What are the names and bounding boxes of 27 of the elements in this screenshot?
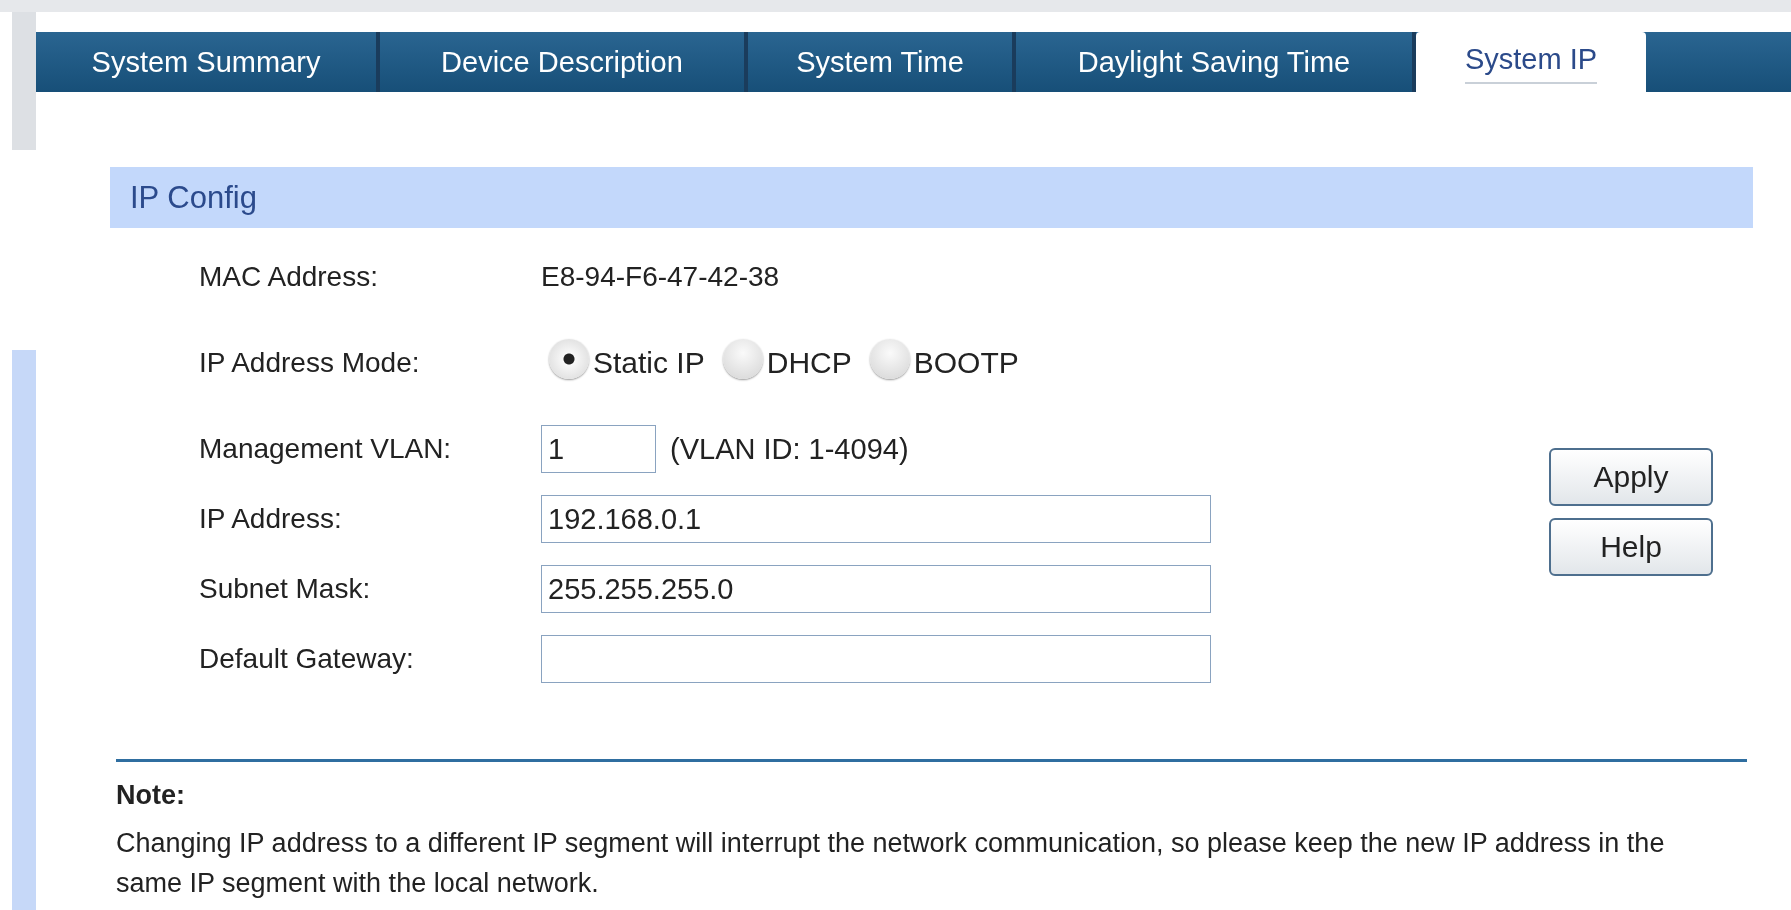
field-label: MAC Address: [199, 261, 379, 293]
radio-label[interactable]: DHCP [766, 346, 852, 380]
tab[interactable]: Device Description [380, 32, 748, 92]
action-button[interactable]: Help [1549, 518, 1713, 576]
radio-label[interactable]: Static IP [593, 346, 705, 380]
field-label: Management VLAN: [199, 433, 453, 465]
tab[interactable]: System Time [748, 32, 1016, 92]
action-button[interactable]: Apply [1549, 448, 1713, 506]
section-title: IP Config [130, 179, 257, 216]
input-field[interactable] [541, 635, 1211, 683]
radio-button[interactable] [549, 339, 589, 379]
input-field[interactable]: 255.255.255.0 [541, 565, 1211, 613]
note-text: Changing IP address to a different IP segment will interrupt the network communication, so please keep the new IP address in the same IP segment with the local network. [116, 827, 1666, 900]
field-value: E8-94-F6-47-42-38 [541, 261, 780, 293]
field-label: Default Gateway: [199, 643, 415, 675]
tab[interactable]: System Summary [36, 32, 380, 92]
field-label: IP Address: [199, 503, 343, 535]
tab[interactable]: System IP [1416, 32, 1646, 95]
field-hint: (VLAN ID: 1-4094) [670, 432, 909, 466]
radio-button[interactable] [722, 339, 763, 379]
radio-label[interactable]: BOOTP [913, 346, 1019, 380]
field-label: IP Address Mode: [199, 347, 421, 379]
radio-button[interactable] [869, 339, 910, 379]
input-field[interactable]: 1 [541, 425, 656, 473]
note-title: Note: [116, 780, 186, 811]
input-field[interactable]: 192.168.0.1 [541, 495, 1211, 543]
field-label: Subnet Mask: [199, 573, 372, 605]
